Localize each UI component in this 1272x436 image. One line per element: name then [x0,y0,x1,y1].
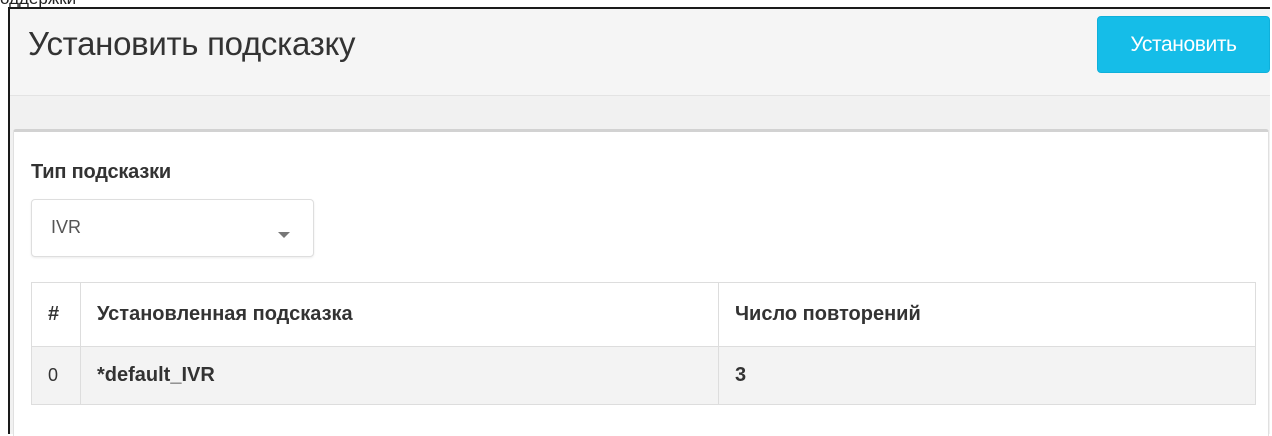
prompt-type-select[interactable]: IVR [31,199,314,257]
row-index-cell: 0 [31,346,81,405]
column-header-prompt: Установленная подсказка [80,282,719,347]
chevron-down-icon [278,232,290,238]
column-header-index: # [31,282,81,347]
window-frame: Установить подсказку Установить Тип подс… [8,7,1270,436]
table-row: 0 *default_IVR 3 [31,346,1256,405]
prompt-type-label: Тип подсказки [31,161,171,183]
row-repeat-count-cell: 3 [718,346,1256,405]
cropped-text-fragment: оддержки [0,0,200,7]
row-prompt-cell: *default_IVR [80,346,719,405]
prompt-type-value: IVR [51,217,82,237]
page-title: Установить подсказку [28,25,356,62]
set-prompt-button[interactable]: Установить [1097,16,1270,73]
prompt-table: # Установленная подсказка Число повторен… [31,282,1256,405]
content-panel: Тип подсказки IVR # Установленная подска… [13,129,1269,436]
table-header-row: # Установленная подсказка Число повторен… [31,282,1256,347]
page-header: Установить подсказку Установить [10,9,1270,96]
column-header-repeat-count: Число повторений [718,282,1256,347]
